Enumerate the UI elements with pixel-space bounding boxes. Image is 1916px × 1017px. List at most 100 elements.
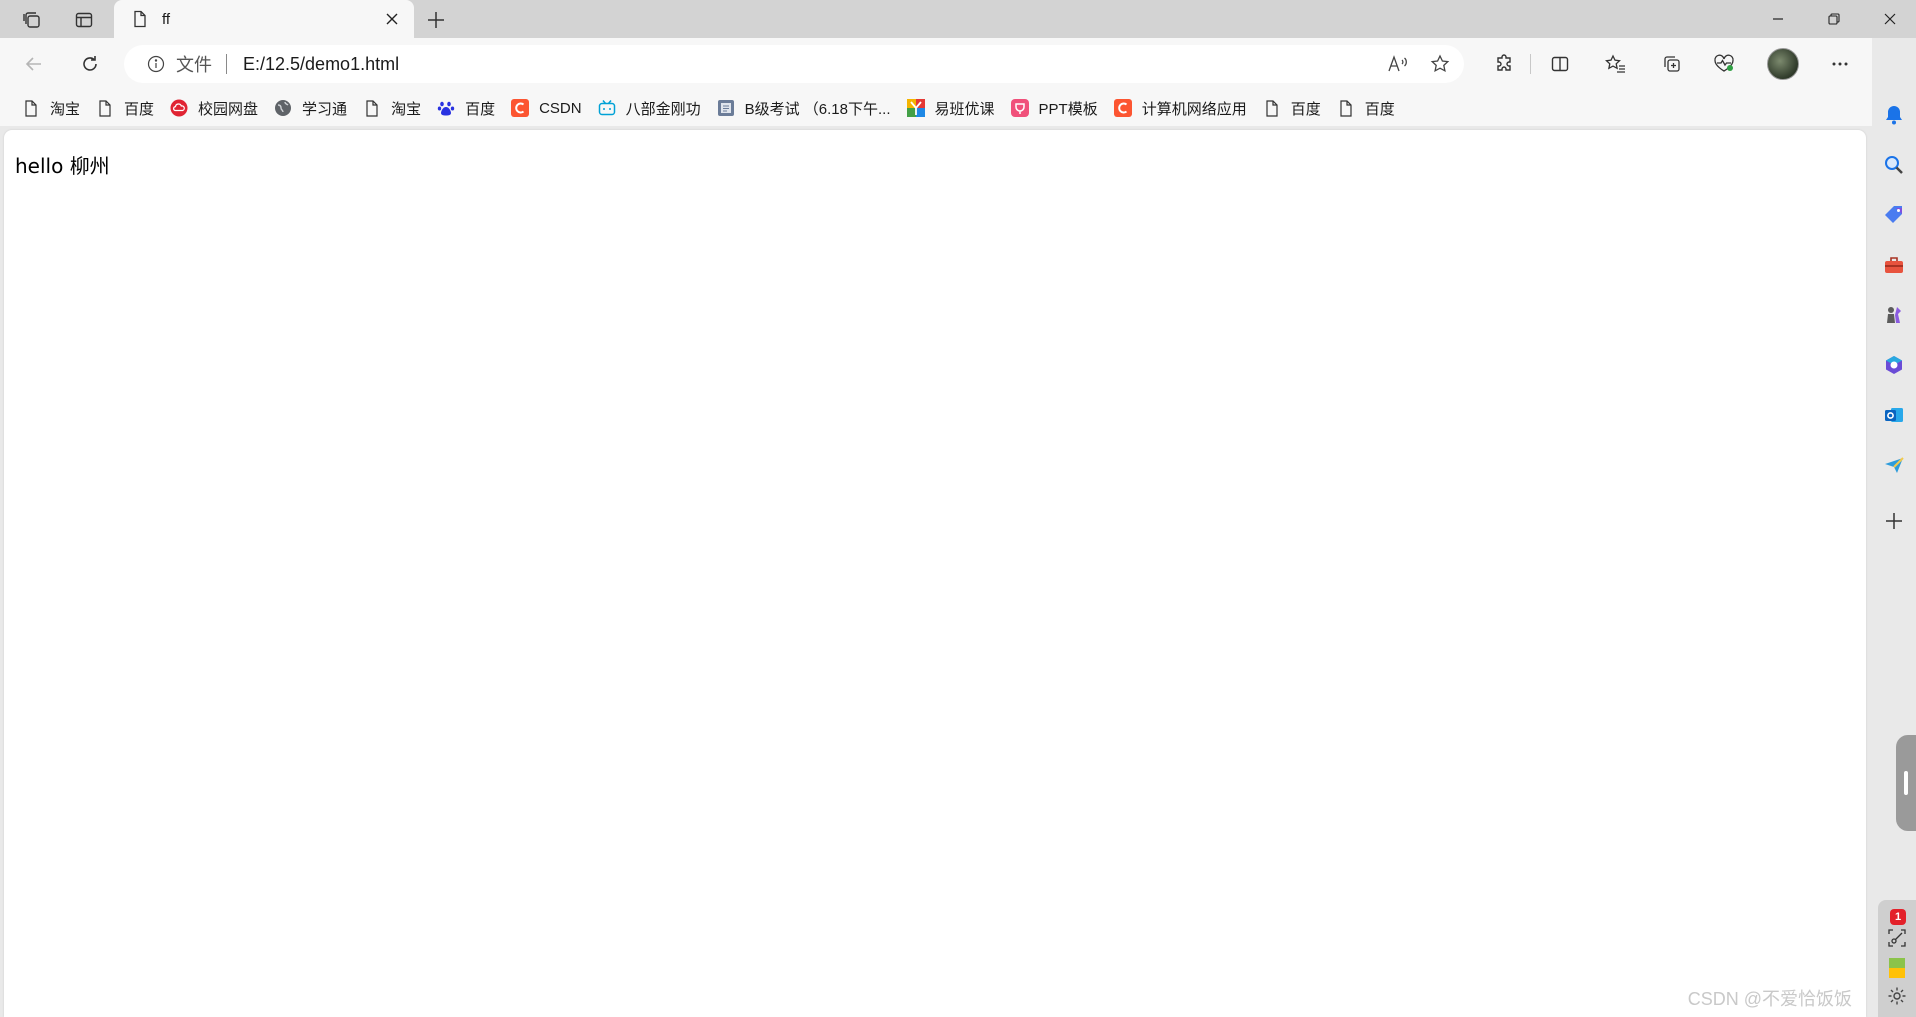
- favorite-label: CSDN: [539, 99, 582, 117]
- favorites-button[interactable]: [1598, 46, 1634, 82]
- edge-sidebar: [1872, 38, 1916, 1017]
- paper-plane-icon: [1885, 457, 1904, 473]
- outlook-icon: [1885, 408, 1903, 422]
- favorites-list-icon: [1605, 54, 1625, 73]
- favorite-item[interactable]: 百度: [1255, 93, 1329, 123]
- globe-icon: [274, 99, 292, 117]
- toolbar-divider: [1530, 54, 1531, 74]
- favorites-bar: 淘宝 百度 校园网盘 学习通 淘宝 百度 CSDN 八部金刚功 B级考试 （6.…: [0, 90, 1872, 126]
- url-text[interactable]: E:/12.5/demo1.html: [243, 54, 1380, 75]
- minimize-button[interactable]: [1750, 0, 1806, 38]
- bilibili-icon: [598, 99, 616, 117]
- tag-icon: [1885, 206, 1902, 223]
- collections-icon: [1664, 56, 1680, 72]
- favorite-item[interactable]: 易班优课: [899, 93, 1003, 123]
- favorite-item[interactable]: 百度: [1329, 93, 1403, 123]
- ppt-template-icon: [1010, 99, 1029, 117]
- site-scheme-label: 文件: [176, 55, 212, 75]
- split-screen-button[interactable]: [1542, 46, 1578, 82]
- favorite-item[interactable]: 八部金刚功: [590, 93, 709, 123]
- favorite-item[interactable]: 百度: [88, 93, 162, 123]
- favorite-item[interactable]: B级考试 （6.18下午...: [709, 93, 899, 123]
- more-horizontal-icon: [1832, 62, 1848, 66]
- page-icon: [1263, 99, 1281, 117]
- close-icon: [386, 13, 398, 25]
- puzzle-icon: [1497, 54, 1511, 71]
- games-button[interactable]: [1878, 299, 1910, 331]
- grip-icon: [1904, 771, 1908, 795]
- favorite-label: 百度: [1364, 100, 1395, 118]
- bell-icon: [1886, 106, 1902, 125]
- favorite-star-button[interactable]: [1422, 46, 1458, 82]
- plus-icon: [1886, 513, 1902, 529]
- close-tab-button[interactable]: [378, 5, 406, 33]
- profile-button[interactable]: [1765, 46, 1801, 82]
- favorite-label: B级考试 （6.18下午...: [744, 100, 891, 118]
- extensions-button[interactable]: [1486, 46, 1522, 82]
- workspaces-icon: [23, 12, 40, 28]
- favorite-item[interactable]: 学习通: [266, 93, 355, 123]
- favorite-label: 学习通: [302, 100, 348, 118]
- favorite-label: 易班优课: [934, 100, 995, 118]
- favorite-item[interactable]: 校园网盘: [162, 93, 266, 123]
- favorite-item[interactable]: CSDN: [503, 93, 590, 123]
- screenshot-icon: [1888, 929, 1906, 947]
- back-button[interactable]: [16, 46, 52, 82]
- new-tab-button[interactable]: [420, 4, 452, 36]
- sidebar-scroll-handle[interactable]: [1896, 735, 1916, 831]
- customize-sidebar-button[interactable]: [1878, 505, 1910, 537]
- star-icon: [1430, 54, 1450, 73]
- page-body-text: hello 柳州: [15, 154, 110, 178]
- page-icon: [22, 99, 40, 117]
- csdn-icon: [1113, 99, 1132, 117]
- minimize-icon: [1773, 18, 1783, 20]
- favorite-item[interactable]: 计算机网络应用: [1106, 93, 1255, 123]
- search-icon: [1885, 156, 1903, 174]
- info-icon[interactable]: [146, 54, 166, 74]
- search-button[interactable]: [1878, 149, 1910, 181]
- note-icon: [1889, 958, 1905, 978]
- gear-icon: [1888, 987, 1906, 1005]
- address-bar[interactable]: 文件 E:/12.5/demo1.html: [124, 45, 1464, 83]
- favorite-label: PPT模板: [1038, 100, 1098, 118]
- restore-button[interactable]: [1806, 0, 1862, 38]
- exam-icon: [717, 99, 735, 117]
- microsoft-365-button[interactable]: [1878, 349, 1910, 381]
- favorite-item[interactable]: 淘宝: [355, 93, 429, 123]
- browser-essentials-button[interactable]: [1706, 46, 1742, 82]
- read-aloud-button[interactable]: [1380, 46, 1416, 82]
- tab-title: ff: [162, 10, 171, 28]
- tools-button[interactable]: [1878, 249, 1910, 281]
- favorite-item[interactable]: 淘宝: [14, 93, 88, 123]
- cloud-disk-icon: [170, 99, 188, 117]
- favorite-item[interactable]: PPT模板: [1003, 93, 1106, 123]
- m365-icon: [1886, 356, 1902, 374]
- workspaces-button[interactable]: [10, 3, 54, 37]
- heart-pulse-icon: [1714, 54, 1734, 72]
- outlook-button[interactable]: [1878, 399, 1910, 431]
- yiban-icon: [906, 99, 925, 117]
- window-close-button[interactable]: [1862, 0, 1916, 38]
- page-viewport: hello 柳州 CSDN @不爱恰饭饭: [4, 130, 1866, 1017]
- arrow-left-icon: [25, 57, 41, 71]
- close-icon: [1884, 13, 1896, 25]
- drop-button[interactable]: [1878, 449, 1910, 481]
- read-aloud-icon: [1388, 55, 1407, 72]
- refresh-button[interactable]: [72, 46, 108, 82]
- notifications-button[interactable]: [1878, 99, 1910, 131]
- active-tab[interactable]: ff: [114, 0, 414, 38]
- collections-button[interactable]: [1654, 46, 1690, 82]
- shopping-button[interactable]: [1878, 199, 1910, 231]
- page-icon: [96, 99, 114, 117]
- settings-more-button[interactable]: [1822, 46, 1858, 82]
- browser-toolbar: 文件 E:/12.5/demo1.html: [0, 38, 1916, 90]
- refresh-icon: [83, 56, 97, 71]
- notification-badge: 1: [1890, 909, 1906, 925]
- toolbox-icon: [1885, 257, 1903, 273]
- favorite-label: 百度: [124, 100, 155, 118]
- tab-strip: ff: [0, 0, 1916, 38]
- page-icon: [363, 99, 381, 117]
- vertical-tabs-button[interactable]: [62, 3, 106, 37]
- favorite-item[interactable]: 百度: [429, 93, 503, 123]
- split-screen-icon: [1551, 56, 1569, 72]
